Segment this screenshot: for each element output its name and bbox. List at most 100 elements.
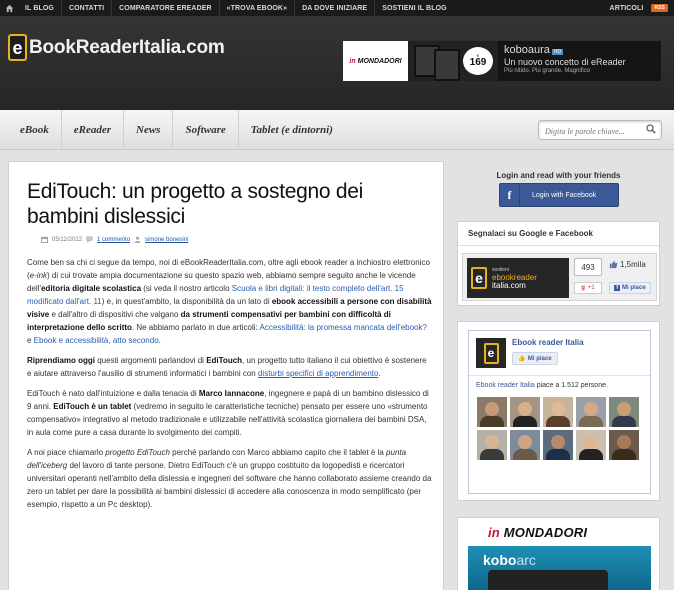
header-banner-ad[interactable]: in MONDADORI € 169 koboaura HD Un nuovo c… xyxy=(343,41,661,81)
fan-item[interactable] xyxy=(609,397,639,427)
text-bold: EdiTouch xyxy=(206,356,243,365)
article-link[interactable]: disturbi specifici di apprendimento xyxy=(258,369,379,378)
avatar-body xyxy=(579,416,603,427)
fan-avatar[interactable] xyxy=(477,397,507,427)
fans-grid xyxy=(477,397,639,460)
text: EdiTouch è nato dall'intuizione e dalla … xyxy=(27,389,199,398)
avatar-body xyxy=(480,449,504,460)
ad-brand: in MONDADORI xyxy=(488,525,587,540)
text-bold: EdiTouch è un tablet xyxy=(53,402,132,411)
avatar-head xyxy=(551,402,565,416)
article-paragraph: A noi piace chiamarlo progetto EdiTouch … xyxy=(27,446,433,511)
fan-item[interactable] xyxy=(543,430,573,460)
search-icon[interactable] xyxy=(646,124,656,134)
avatar-head xyxy=(584,402,598,416)
top-nav-links: IL BLOG CONTATTI COMPARATORE EREADER «TROVA… xyxy=(18,0,454,16)
banner-product: koboaura HD xyxy=(504,44,655,56)
home-icon[interactable] xyxy=(0,0,18,16)
fan-item[interactable] xyxy=(543,397,573,427)
fan-avatar[interactable] xyxy=(510,430,540,460)
avatar-body xyxy=(546,449,570,460)
search-input[interactable] xyxy=(539,123,643,140)
fan-avatar[interactable] xyxy=(543,430,573,460)
article-body: Come ben sa chi ci segue da tempo, noi d… xyxy=(27,256,433,518)
avatar-head xyxy=(584,435,598,449)
page-avatar[interactable]: e xyxy=(476,338,506,368)
social-box-title: Segnalaci su Google e Facebook xyxy=(458,222,659,246)
avatar-body xyxy=(579,449,603,460)
fan-item[interactable] xyxy=(510,430,540,460)
text: . xyxy=(158,336,161,345)
top-nav-link[interactable]: COMPARATORE EREADER xyxy=(112,5,219,12)
sidebar-ad[interactable]: in MONDADORI koboarc xyxy=(457,517,660,590)
banner-brand-name: MONDADORI xyxy=(357,57,402,65)
search-box[interactable] xyxy=(538,120,662,140)
facebook-like-button[interactable]: f Mi piace xyxy=(609,282,651,294)
fan-avatar[interactable] xyxy=(609,397,639,427)
fb-like-page-button[interactable]: 👍 Mi piace xyxy=(512,352,558,365)
banner-product-name: kobo xyxy=(504,44,528,56)
social-share-box: Segnalaci su Google e Facebook e sostien… xyxy=(457,221,660,306)
text: . xyxy=(378,369,381,378)
banner-copy: koboaura HD Un nuovo concetto di eReader … xyxy=(498,41,661,81)
article-link[interactable]: Ebook e accessibilità, atto secondo xyxy=(34,336,159,345)
fan-avatar[interactable] xyxy=(543,397,573,427)
google-plus-button[interactable]: g +1 xyxy=(574,282,602,294)
avatar-body xyxy=(612,416,636,427)
article-date: 05/12/2012 xyxy=(52,236,83,243)
fb-page-header: e Ebook reader Italia 👍 Mi piace xyxy=(476,338,584,368)
fan-item[interactable] xyxy=(576,430,606,460)
article-link[interactable]: Accessibilità: la promessa mancata dell'… xyxy=(260,323,427,332)
top-nav-link[interactable]: CONTATTI xyxy=(62,5,111,12)
ad-brand-name: MONDADORI xyxy=(503,525,588,540)
menu-item[interactable]: News xyxy=(123,110,172,150)
top-nav-link[interactable]: IL BLOG xyxy=(18,5,61,12)
fb-page-name[interactable]: Ebook reader Italia xyxy=(512,338,584,347)
widget-logo[interactable]: e sostieni ebookreader italia.com xyxy=(467,258,569,298)
like-button-label: Mi piace xyxy=(621,285,646,291)
fan-item[interactable] xyxy=(510,397,540,427)
fan-avatar[interactable] xyxy=(609,430,639,460)
top-nav-link[interactable]: DA DOVE INIZIARE xyxy=(295,5,374,12)
comments-link[interactable]: 1 commento xyxy=(97,237,130,243)
rss-icon[interactable]: RSS xyxy=(651,4,668,12)
author-icon xyxy=(134,236,141,243)
login-facebook-button[interactable]: f Login with Facebook xyxy=(499,183,619,207)
fan-avatar[interactable] xyxy=(576,397,606,427)
article-paragraph: Riprendiamo oggi questi argomenti parlan… xyxy=(27,354,433,380)
article-title[interactable]: EdiTouch: un progetto a sostegno dei bam… xyxy=(27,179,437,229)
article-panel: EdiTouch: un progetto a sostegno dei bam… xyxy=(8,161,444,590)
top-nav-link[interactable]: SOSTIENI IL BLOG xyxy=(375,5,453,12)
banner-badge: HD xyxy=(551,49,564,55)
fan-item[interactable] xyxy=(576,397,606,427)
fan-avatar[interactable] xyxy=(477,430,507,460)
thumbs-up-icon: 👍 xyxy=(518,356,526,362)
menu-item[interactable]: eBook xyxy=(8,110,61,150)
price-value: 169 xyxy=(469,57,487,68)
menu-item[interactable]: Tablet (e dintorni) xyxy=(237,110,345,150)
fan-avatar[interactable] xyxy=(510,397,540,427)
main-menu-items: eBook eReader News Software Tablet (e dintor… xyxy=(8,110,345,150)
banner-brand-mark: in xyxy=(349,57,356,65)
ad-product: koboarc xyxy=(483,552,536,568)
fan-avatar[interactable] xyxy=(576,430,606,460)
fan-item[interactable] xyxy=(609,430,639,460)
site-logo[interactable]: e BookReaderItalia.com xyxy=(8,34,225,61)
author-link[interactable]: simone bonesini xyxy=(145,237,188,243)
text: perché parlando con Marco abbiamo capito… xyxy=(169,448,387,457)
ad-product-variant: arc xyxy=(516,552,536,568)
fan-item[interactable] xyxy=(477,430,507,460)
avatar-head xyxy=(518,402,532,416)
ad-product-banner: koboarc xyxy=(468,546,651,590)
fb-page-name-link[interactable]: Ebook reader Italia xyxy=(476,382,535,389)
facebook-icon: f xyxy=(500,184,520,206)
text-bold: Marco Iannacone xyxy=(198,389,265,398)
top-nav-link[interactable]: «TROVA EBOOK» xyxy=(220,5,294,12)
menu-item[interactable]: eReader xyxy=(60,110,123,150)
avatar-head xyxy=(551,435,565,449)
fan-item[interactable] xyxy=(477,397,507,427)
facebook-page-plugin: e Ebook reader Italia 👍 Mi piace Ebook r… xyxy=(468,330,651,494)
menu-item[interactable]: Software xyxy=(172,110,237,150)
top-nav-articoli[interactable]: ARTICOLI xyxy=(610,5,644,12)
thumbs-up-icon xyxy=(609,260,618,269)
